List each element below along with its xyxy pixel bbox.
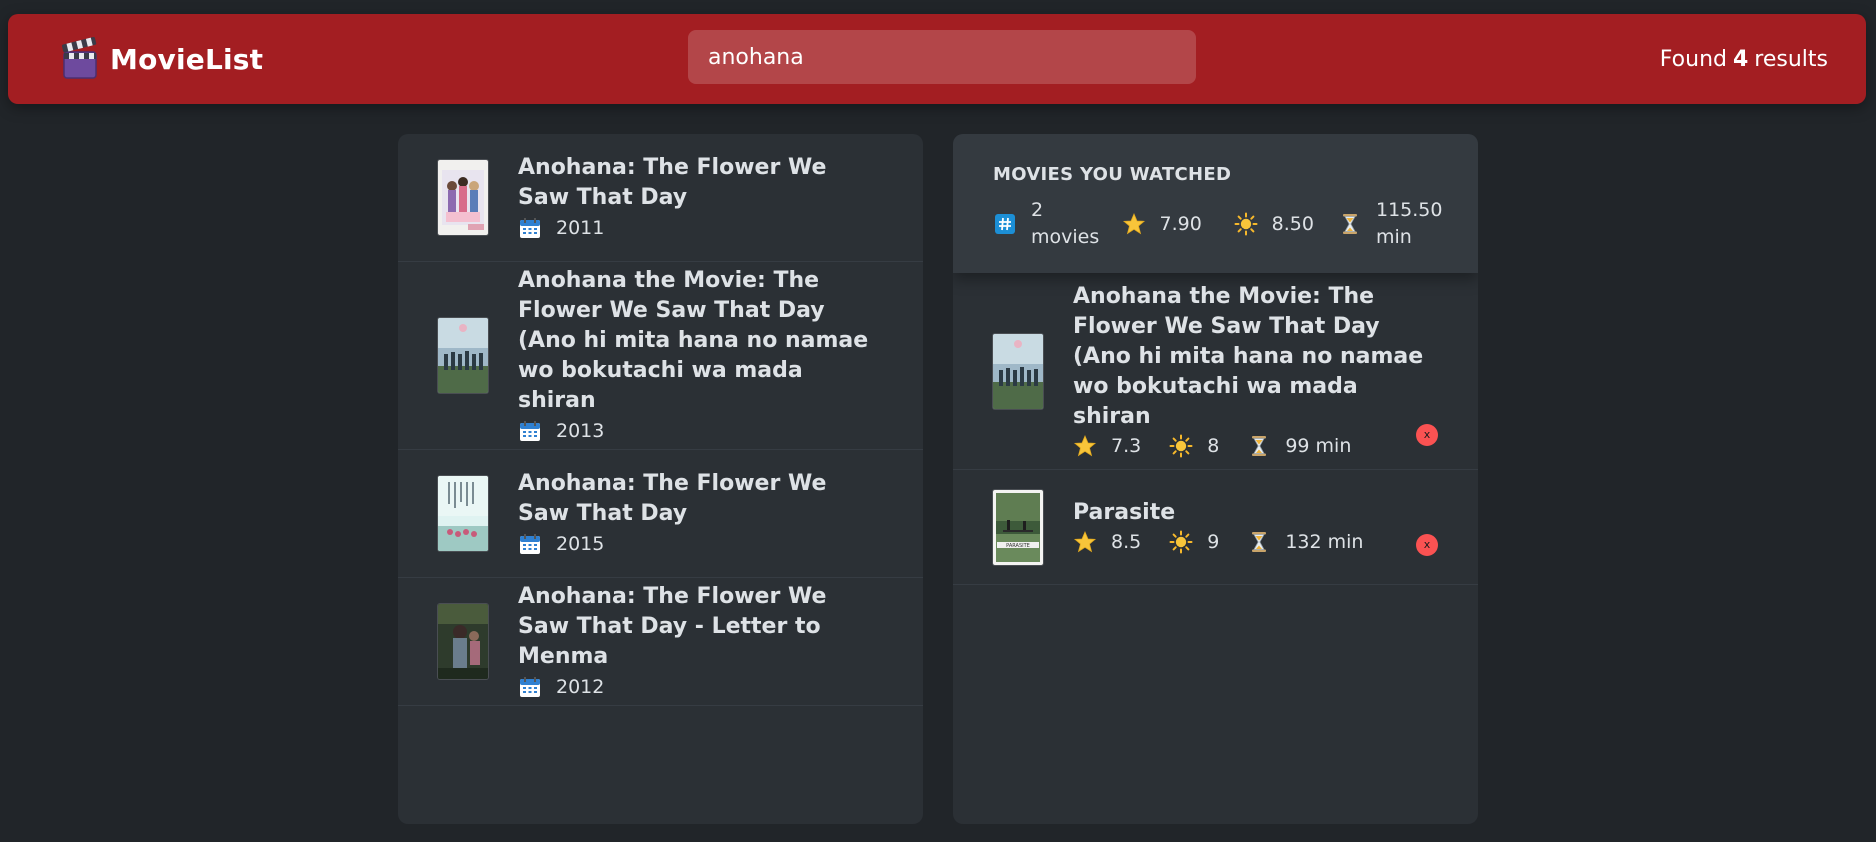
movie-poster xyxy=(438,476,488,551)
star-icon xyxy=(1122,212,1146,236)
movie-title: Anohana: The Flower We Saw That Day xyxy=(518,155,827,210)
clapperboard-icon xyxy=(58,36,104,82)
imdb-rating: 7.3 xyxy=(1111,435,1142,457)
runtime: 132 min xyxy=(1285,531,1364,553)
runtime-average-value: 115.50 xyxy=(1376,199,1443,221)
results-number: 4 xyxy=(1732,46,1749,72)
movie-count-unit: movies xyxy=(1031,226,1100,248)
movie-poster xyxy=(438,604,488,679)
imdb-average-value: 7.90 xyxy=(1159,212,1202,235)
delete-button[interactable]: x xyxy=(1416,424,1438,446)
runtime-average-unit: min xyxy=(1376,226,1412,248)
imdb-average-stat: 7.90 xyxy=(1122,197,1234,251)
sun-icon xyxy=(1169,530,1193,554)
user-average-stat: 8.50 xyxy=(1234,197,1338,251)
movie-title: Anohana: The Flower We Saw That Day xyxy=(518,471,827,526)
sun-icon xyxy=(1234,212,1258,236)
movie-poster xyxy=(438,160,488,235)
calendar-icon xyxy=(518,675,542,699)
sun-icon xyxy=(1169,434,1193,458)
user-rating: 9 xyxy=(1207,531,1220,553)
movie-count-value: 2 xyxy=(1031,199,1044,221)
calendar-icon xyxy=(518,532,542,556)
navbar: MovieList Found 4 results xyxy=(8,14,1866,104)
hourglass-icon xyxy=(1247,530,1271,554)
svg-text:PARASITE: PARASITE xyxy=(1006,543,1030,549)
logo: MovieList xyxy=(58,14,263,104)
delete-button[interactable]: x xyxy=(1416,534,1438,556)
imdb-rating: 8.5 xyxy=(1111,531,1142,553)
search-result-item[interactable]: Anohana: The Flower We Saw That Day 2011 xyxy=(398,134,923,262)
movie-title: Anohana the Movie: The Flower We Saw Tha… xyxy=(1073,283,1424,429)
logo-text: MovieList xyxy=(110,42,264,76)
hashtag-icon xyxy=(993,212,1017,236)
runtime-average-stat: 115.50 min xyxy=(1338,197,1442,251)
movie-title: Anohana: The Flower We Saw That Day - Le… xyxy=(518,584,827,669)
watched-summary: MOVIES YOU WATCHED 2 movies 7.90 8.50 11… xyxy=(953,134,1478,273)
summary-heading: MOVIES YOU WATCHED xyxy=(993,164,1232,185)
results-suffix: results xyxy=(1754,46,1828,72)
star-icon xyxy=(1073,434,1097,458)
hourglass-icon xyxy=(1338,212,1362,236)
results-prefix: Found xyxy=(1659,46,1727,72)
movie-year: 2011 xyxy=(556,216,605,239)
search-input[interactable] xyxy=(688,30,1196,84)
movie-year: 2015 xyxy=(556,532,605,555)
movie-poster xyxy=(438,318,488,393)
search-results-box: Anohana: The Flower We Saw That Day 2011… xyxy=(398,134,923,824)
movie-title: Parasite xyxy=(1073,499,1176,525)
search-result-item[interactable]: Anohana: The Flower We Saw That Day 2015 xyxy=(398,450,923,578)
movie-count-stat: 2 movies xyxy=(993,197,1122,251)
movie-year: 2012 xyxy=(556,675,605,698)
watched-item: Anohana the Movie: The Flower We Saw Tha… xyxy=(953,273,1478,470)
search-result-item[interactable]: Anohana the Movie: The Flower We Saw Tha… xyxy=(398,262,923,450)
movie-poster xyxy=(993,333,1043,409)
watched-box: MOVIES YOU WATCHED 2 movies 7.90 8.50 11… xyxy=(953,134,1478,824)
movie-year: 2013 xyxy=(556,419,605,442)
watched-item: PARASITE Parasite 8.5 9 132 min x xyxy=(953,470,1478,585)
user-average-value: 8.50 xyxy=(1271,212,1314,235)
hourglass-icon xyxy=(1247,434,1271,458)
star-icon xyxy=(1073,530,1097,554)
search-result-item[interactable]: Anohana: The Flower We Saw That Day - Le… xyxy=(398,578,923,706)
calendar-icon xyxy=(518,216,542,240)
runtime: 99 min xyxy=(1285,435,1352,457)
movie-title: Anohana the Movie: The Flower We Saw Tha… xyxy=(518,268,869,413)
movie-poster: PARASITE xyxy=(993,489,1043,565)
user-rating: 8 xyxy=(1207,435,1220,457)
calendar-icon xyxy=(518,419,542,443)
results-count: Found 4 results xyxy=(1660,14,1828,104)
